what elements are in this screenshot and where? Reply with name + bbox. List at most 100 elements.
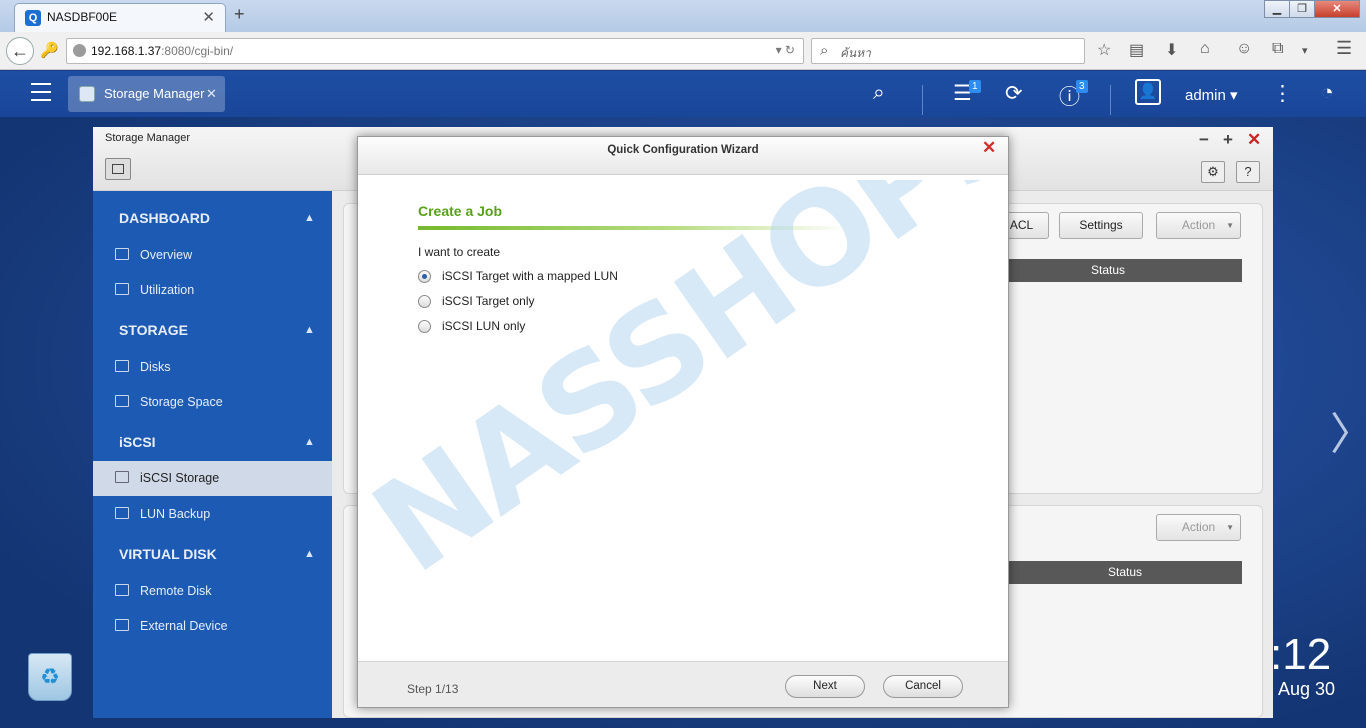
iscsi-storage-icon [115, 471, 129, 483]
cancel-button[interactable]: Cancel [883, 675, 963, 698]
option-label: iSCSI LUN only [442, 319, 526, 333]
close-window-button[interactable]: ✕ [1314, 0, 1360, 18]
sidebar-item-utilization[interactable]: Utilization [93, 273, 332, 308]
url-host: 192.168.1.37 [91, 44, 162, 58]
sidebar-item-label: Overview [140, 248, 193, 262]
user-avatar-icon[interactable]: 👤 [1135, 79, 1161, 105]
action-label: Action [1181, 218, 1216, 232]
maximize-icon[interactable]: + [1223, 130, 1233, 150]
chevron-down-icon: ▼ [1226, 221, 1234, 230]
step-title: Create a Job [418, 203, 503, 219]
sidebar-item-iscsi-storage[interactable]: iSCSI Storage [93, 461, 332, 496]
storage-manager-app-tab[interactable]: Storage Manager ✕ [68, 76, 225, 112]
radio-button-selected[interactable] [418, 270, 431, 283]
window-title: Storage Manager [105, 132, 190, 144]
chevron-up-icon[interactable]: ▲ [304, 548, 315, 560]
sidebar-item-label: Disks [140, 360, 171, 374]
browser-tab-title: NASDBF00E [47, 10, 118, 24]
minimize-window-button[interactable]: ▁ [1264, 0, 1290, 18]
close-tab-icon[interactable]: ✕ [202, 8, 215, 26]
sidebar-item-label: Utilization [140, 283, 195, 297]
new-tab-button[interactable]: + [234, 4, 245, 25]
sidebar-section-dashboard[interactable]: DASHBOARD [119, 210, 210, 226]
radio-button[interactable] [418, 295, 431, 308]
dialog-title: Quick Configuration Wizard [607, 144, 759, 156]
divider [922, 85, 923, 115]
app-tab-label: Storage Manager [104, 86, 205, 101]
remote-disk-icon [115, 584, 129, 596]
disk-icon [115, 360, 129, 372]
more-options-icon[interactable]: ⋮ [1272, 81, 1293, 106]
dashboard-gauge-icon[interactable]: ◔ [1321, 81, 1334, 105]
recycle-bin-icon[interactable]: ♻ [28, 653, 72, 701]
settings-button[interactable]: Settings [1059, 212, 1143, 239]
radio-button[interactable] [418, 320, 431, 333]
sidebar-section-iscsi[interactable]: iSCSI [119, 434, 156, 450]
chat-icon[interactable]: ☺ [1236, 40, 1252, 58]
reload-icon[interactable]: ▾ ↻ [776, 43, 795, 57]
external-device-icon [115, 619, 129, 631]
user-menu[interactable]: admin ▾ [1185, 86, 1238, 104]
sidebar-item-overview[interactable]: Overview [93, 238, 332, 273]
desktop-date: Aug 30 [1278, 679, 1336, 699]
overview-icon [115, 248, 129, 260]
action-dropdown[interactable]: Action ▼ [1156, 514, 1241, 541]
sidebar-item-label: Storage Space [140, 395, 223, 409]
gear-icon[interactable]: ⚙ [1201, 161, 1225, 183]
tasks-badge: 1 [969, 80, 981, 93]
addon-dropdown-icon[interactable]: ▾ [1302, 44, 1308, 57]
maximize-window-button[interactable]: ❐ [1289, 0, 1315, 18]
sidebar-item-lun-backup[interactable]: LUN Backup [93, 497, 332, 532]
sidebar-toggle-icon[interactable] [105, 158, 131, 180]
utilization-chart-icon [115, 283, 129, 295]
chevron-right-icon[interactable]: 〉 [1330, 398, 1366, 462]
info-badge: 3 [1076, 80, 1088, 93]
column-header-status[interactable]: Status [974, 561, 1242, 584]
search-icon: ⌕ [820, 42, 829, 59]
browser-search-input[interactable]: ⌕ ค้นหา [811, 38, 1085, 64]
sidebar-item-label: External Device [140, 619, 228, 633]
bookmark-star-icon[interactable]: ☆ [1097, 40, 1111, 60]
sidebar-section-virtual-disk[interactable]: VIRTUAL DISK [119, 546, 217, 562]
main-menu-icon[interactable] [31, 83, 51, 101]
download-icon[interactable]: ⬇ [1165, 40, 1178, 60]
action-label: Action [1181, 520, 1216, 534]
minimize-icon[interactable]: − [1199, 130, 1209, 150]
reading-list-icon[interactable]: ▤ [1129, 40, 1144, 60]
step-indicator: Step 1/13 [407, 682, 459, 696]
close-icon[interactable]: ✕ [1247, 130, 1261, 150]
browser-nav-bar: ← 🔑 192.168.1.37:8080/cgi-bin/ ▾ ↻ ⌕ ค้น… [0, 32, 1366, 70]
browser-tab-bar: Q NASDBF00E ✕ + ▁ ❐ ✕ [0, 0, 1366, 32]
close-app-tab-icon[interactable]: ✕ [206, 86, 217, 102]
search-icon[interactable]: ⌕ [873, 81, 885, 105]
back-button[interactable]: ← [6, 37, 34, 65]
key-icon[interactable]: 🔑 [40, 41, 59, 59]
browser-tab[interactable]: Q NASDBF00E ✕ [14, 3, 226, 32]
sidebar-section-storage[interactable]: STORAGE [119, 322, 188, 338]
chevron-up-icon[interactable]: ▲ [304, 212, 315, 224]
sidebar-item-disks[interactable]: Disks [93, 350, 332, 385]
browser-menu-icon[interactable]: ☰ [1336, 38, 1352, 59]
address-bar[interactable]: 192.168.1.37:8080/cgi-bin/ ▾ ↻ [66, 38, 804, 64]
chevron-down-icon: ▼ [1226, 523, 1234, 532]
home-icon[interactable]: ⌂ [1200, 40, 1210, 58]
sidebar-item-label: iSCSI Storage [140, 471, 220, 485]
globe-icon [73, 44, 86, 57]
column-header-status[interactable]: Status [974, 259, 1242, 282]
addon-icon[interactable]: ⧉ [1272, 40, 1283, 58]
chevron-up-icon[interactable]: ▲ [304, 324, 315, 336]
window-controls: ▁ ❐ ✕ [1264, 0, 1360, 18]
sidebar-item-external-device[interactable]: External Device [93, 609, 332, 644]
desktop-clock: :12 [1270, 630, 1332, 679]
sidebar-item-storage-space[interactable]: Storage Space [93, 385, 332, 420]
url-path: :8080/cgi-bin/ [161, 44, 234, 58]
action-dropdown[interactable]: Action ▼ [1156, 212, 1241, 239]
next-button[interactable]: Next [785, 675, 865, 698]
sync-icon[interactable]: ⟳ [1005, 81, 1023, 106]
close-icon[interactable]: ✕ [982, 138, 996, 158]
sidebar-item-remote-disk[interactable]: Remote Disk [93, 574, 332, 609]
qnap-favicon-icon: Q [25, 10, 41, 26]
option-label: iSCSI Target with a mapped LUN [442, 269, 618, 283]
chevron-up-icon[interactable]: ▲ [304, 436, 315, 448]
help-icon[interactable]: ? [1236, 161, 1260, 183]
